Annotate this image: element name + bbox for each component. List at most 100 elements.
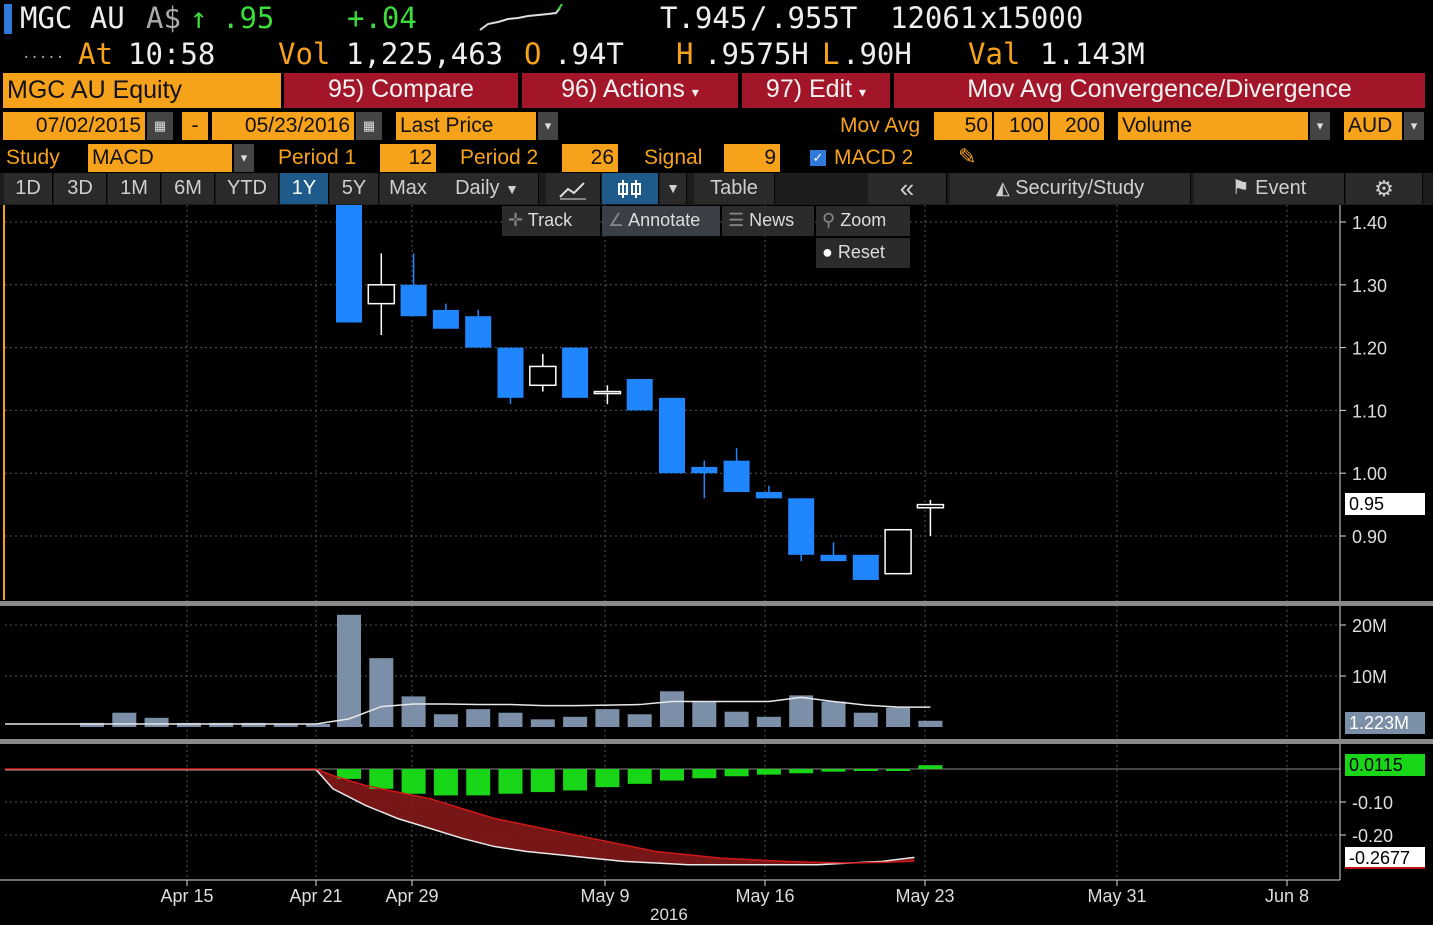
- period2-field[interactable]: 26: [562, 144, 618, 172]
- dots: .....: [22, 46, 65, 62]
- price-tick-label-3: 1.10: [1352, 401, 1387, 421]
- track-button[interactable]: ✛ Track: [502, 206, 600, 236]
- table-button[interactable]: Table: [694, 173, 775, 204]
- news-icon: ☰: [728, 210, 745, 230]
- end-calendar-icon[interactable]: ▦: [356, 112, 382, 140]
- edit-label: 97) Edit: [765, 75, 853, 103]
- period1-field[interactable]: 12: [380, 144, 436, 172]
- volume-bar-17: [886, 707, 911, 727]
- panel-separator-1: [0, 601, 1433, 606]
- study-title-label: Mov Avg Convergence/Divergence: [967, 75, 1352, 103]
- candle-body-6: [529, 365, 557, 387]
- annotate-icon: ∠: [608, 210, 625, 230]
- lower-field-dropdown-icon[interactable]: ▾: [1310, 112, 1330, 140]
- period-tab-ytd[interactable]: YTD: [216, 173, 279, 204]
- collapse-button[interactable]: «: [868, 173, 947, 204]
- zoom-icon: ⚲: [822, 210, 836, 230]
- pre-volume-bar-2: [144, 717, 169, 727]
- candle-body-11: [691, 466, 718, 474]
- macd-hist-bar-1: [369, 769, 394, 789]
- edit-button[interactable]: 97) Edit ▾: [742, 73, 892, 108]
- currency-select[interactable]: AUD: [1344, 112, 1402, 140]
- start-calendar-icon[interactable]: ▦: [147, 112, 173, 140]
- panel-separator-2: [0, 739, 1433, 744]
- ma1-field[interactable]: 50: [934, 112, 992, 140]
- study-label: Study: [6, 146, 60, 169]
- volume-bar-13: [756, 716, 781, 727]
- volume-bar-11: [692, 701, 717, 727]
- val-value: 1.143M: [1040, 37, 1145, 71]
- security-study-button[interactable]: ◭ Security/Study: [950, 173, 1191, 204]
- news-label: News: [749, 210, 795, 230]
- high-label: H: [676, 37, 694, 71]
- price-tick-label-2: 1.20: [1352, 339, 1387, 359]
- start-date-field[interactable]: 07/02/2015: [3, 112, 145, 140]
- macd-hist-bar-11: [692, 769, 717, 779]
- reset-icon: ●: [822, 242, 833, 262]
- line-chart-icon: [559, 182, 586, 200]
- period-tab-max[interactable]: Max: [380, 173, 437, 204]
- volume-bar-1: [369, 658, 394, 727]
- period-tab-3d[interactable]: 3D: [54, 173, 107, 204]
- annotate-label: Annotate: [628, 210, 701, 230]
- lower-field-select[interactable]: Volume: [1118, 112, 1308, 140]
- frequency-dropdown-icon: ▼: [505, 181, 519, 197]
- ma2-field[interactable]: 100: [994, 112, 1048, 140]
- event-button[interactable]: ⚑ Event: [1194, 173, 1345, 204]
- period-tab-1m[interactable]: 1M: [108, 173, 161, 204]
- period-tab-1d[interactable]: 1D: [4, 173, 53, 204]
- macd-hist-bar-10: [660, 769, 684, 781]
- macd-tick-label-0: -0.10: [1352, 793, 1393, 813]
- study-select[interactable]: MACD: [88, 144, 232, 172]
- track-label: Track: [527, 210, 573, 230]
- candle-body-5: [497, 347, 524, 398]
- chart-area[interactable]: 1.40 1.30 1.20 1.10 1.00 0.90 20M 10M -0.10 -0.20…: [0, 205, 1433, 923]
- period-tab-6m[interactable]: 6M: [162, 173, 215, 204]
- open-value: .94T: [554, 37, 624, 71]
- compare-button[interactable]: 95) Compare: [284, 73, 520, 108]
- candle-chart-button[interactable]: [602, 173, 659, 204]
- price-tick-label-5: 0.90: [1352, 527, 1387, 547]
- price-field-dropdown-icon[interactable]: ▾: [538, 112, 558, 140]
- period-tab-5y[interactable]: 5Y: [330, 173, 379, 204]
- macd-hist-bar-18: [918, 765, 943, 769]
- volume-bar-8: [595, 709, 620, 727]
- candle-body-14: [788, 498, 815, 555]
- reset-button[interactable]: ● Reset: [816, 238, 910, 268]
- price-tick-label-0: 1.40: [1352, 213, 1387, 233]
- candle-body-4: [465, 316, 492, 348]
- signal-field[interactable]: 9: [724, 144, 780, 172]
- zoom-button[interactable]: ⚲ Zoom: [816, 206, 910, 236]
- volume-bar-9: [627, 714, 652, 727]
- x-label-4: May 16: [735, 886, 794, 906]
- macd-hist-bar-15: [821, 769, 846, 772]
- volume-bar-18: [918, 720, 943, 727]
- crosshair-icon: ✛: [508, 210, 524, 230]
- macd-hist-bar-2: [401, 769, 426, 794]
- end-date-field[interactable]: 05/23/2016: [212, 112, 354, 140]
- news-button[interactable]: ☰ News: [722, 206, 814, 236]
- candle-chart-icon: [618, 179, 641, 198]
- frequency-select[interactable]: Daily ▼: [436, 173, 539, 204]
- annotate-button[interactable]: ∠ Annotate: [602, 206, 720, 236]
- study-dropdown-icon[interactable]: ▾: [234, 144, 254, 172]
- x-label-3: May 9: [580, 886, 629, 906]
- security-field[interactable]: MGC AU Equity: [3, 73, 281, 108]
- price-field-select[interactable]: Last Price: [396, 112, 536, 140]
- settings-button[interactable]: ⚙: [1346, 173, 1423, 204]
- ma3-field[interactable]: 200: [1050, 112, 1104, 140]
- candle-body-18: [916, 503, 945, 509]
- volume-bar-0: [337, 614, 361, 727]
- macd-hist-bar-17: [886, 769, 911, 771]
- macd2-checkbox[interactable]: ✓: [810, 150, 826, 166]
- x-label-1: Apr 21: [289, 886, 342, 906]
- period-tab-1y[interactable]: 1Y: [280, 173, 329, 204]
- actions-button[interactable]: 96) Actions ▾: [522, 73, 740, 108]
- year-label: 2016: [650, 905, 688, 924]
- line-chart-button[interactable]: [546, 173, 601, 204]
- currency-dropdown-icon[interactable]: ▾: [1404, 112, 1424, 140]
- macd-hist-bar-16: [853, 769, 878, 771]
- chart-type-dropdown[interactable]: ▼: [660, 173, 687, 204]
- x-label-0: Apr 15: [160, 886, 213, 906]
- pencil-icon[interactable]: ✎: [958, 144, 976, 170]
